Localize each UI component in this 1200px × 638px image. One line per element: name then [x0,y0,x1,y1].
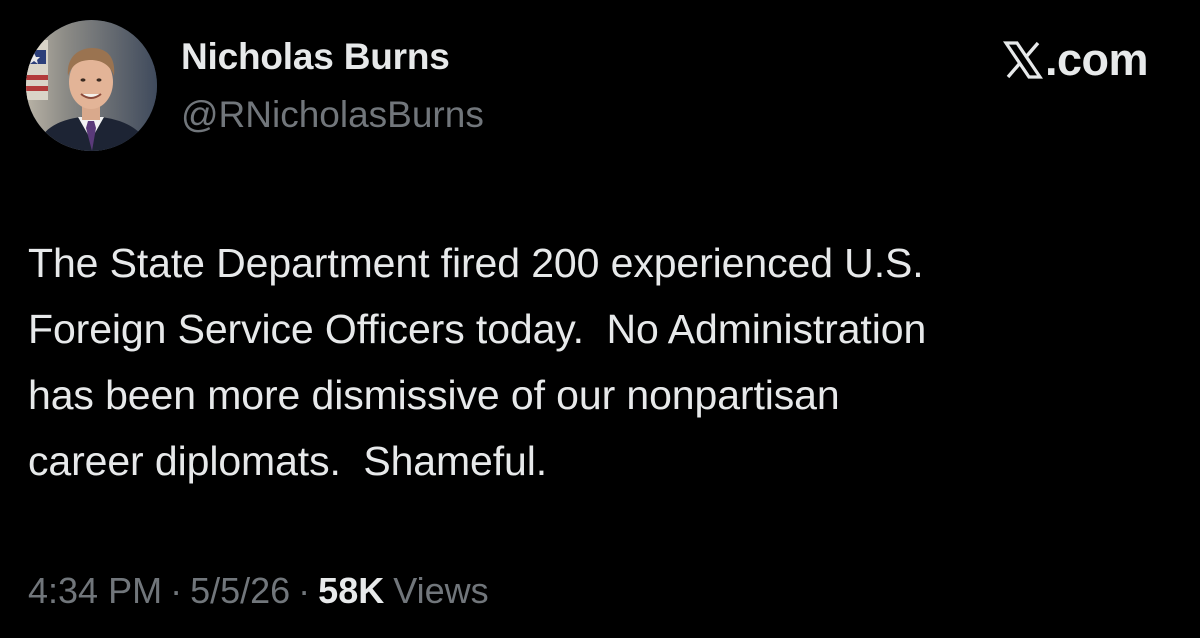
site-brand: .com [1002,34,1149,86]
avatar-image [26,20,157,151]
avatar[interactable] [26,20,157,151]
tweet-text: The State Department fired 200 experienc… [28,240,927,484]
views-count[interactable]: 58K [318,570,384,612]
tweet-time[interactable]: 4:34 PM [28,570,162,612]
tweet-date[interactable]: 5/5/26 [190,570,290,612]
meta-separator: · [298,570,311,611]
tweet-meta: 4:34 PM · 5/5/26 · 58K Views [28,570,489,612]
views-label[interactable]: Views [393,570,488,612]
x-logo-icon [1002,40,1043,80]
tweet-card: Nicholas Burns @RNicholasBurns .com The … [0,0,1200,638]
brand-text: .com [1044,34,1149,85]
meta-separator: · [170,570,183,611]
author-handle[interactable]: @RNicholasBurns [181,94,484,136]
author-display-name[interactable]: Nicholas Burns [181,36,450,78]
